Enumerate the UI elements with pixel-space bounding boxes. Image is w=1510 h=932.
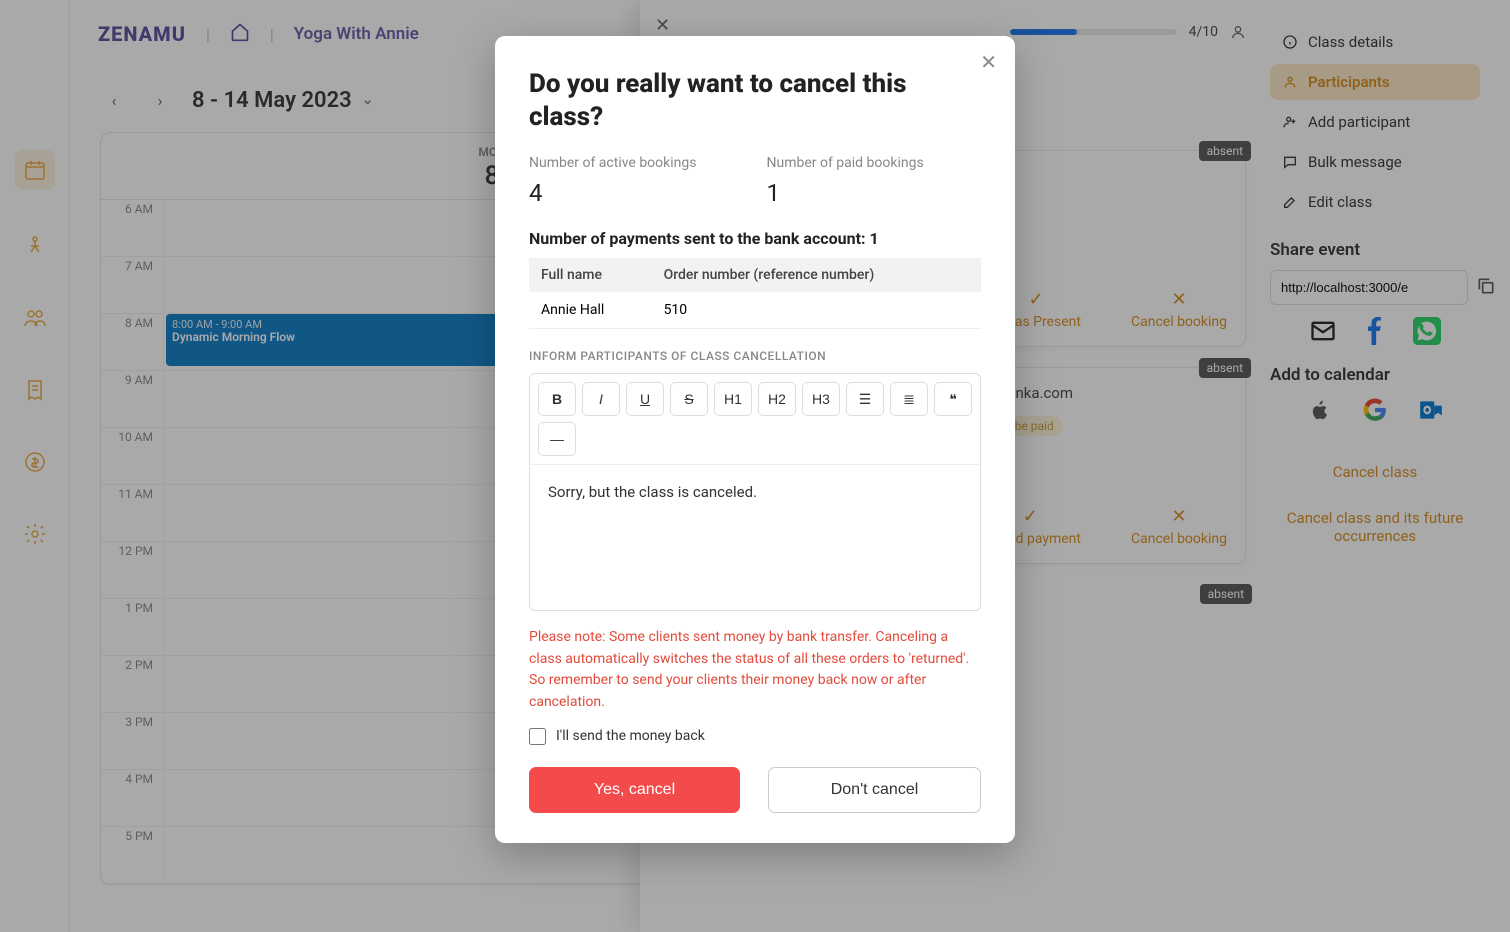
payments-table: Full name Order number (reference number… (529, 258, 981, 329)
warning-text: Please note: Some clients sent money by … (529, 627, 981, 714)
table-row: Annie Hall 510 (529, 292, 981, 329)
strike-button[interactable]: S (670, 382, 708, 416)
h3-button[interactable]: H3 (802, 382, 840, 416)
italic-button[interactable]: I (582, 382, 620, 416)
yes-cancel-button[interactable]: Yes, cancel (529, 767, 740, 813)
refund-checkbox[interactable] (529, 728, 546, 745)
h1-button[interactable]: H1 (714, 382, 752, 416)
ordered-list-button[interactable]: ≣ (890, 382, 928, 416)
quote-button[interactable]: ❝ (934, 382, 972, 416)
inform-label: INFORM PARTICIPANTS OF CLASS CANCELLATIO… (529, 349, 981, 363)
active-bookings-label: Number of active bookings (529, 155, 696, 171)
paid-bookings-label: Number of paid bookings (766, 155, 923, 171)
modal-close-icon[interactable]: ✕ (980, 50, 997, 74)
paid-bookings-value: 1 (766, 179, 923, 207)
active-bookings-value: 4 (529, 179, 696, 207)
message-editor: B I U S H1 H2 H3 ☰ ≣ ❝ — Sorry, but the … (529, 373, 981, 611)
dont-cancel-button[interactable]: Don't cancel (768, 767, 981, 813)
bullet-list-button[interactable]: ☰ (846, 382, 884, 416)
bold-button[interactable]: B (538, 382, 576, 416)
underline-button[interactable]: U (626, 382, 664, 416)
hr-button[interactable]: — (538, 422, 576, 456)
modal-title: Do you really want to cancel this class? (529, 68, 981, 133)
payments-heading: Number of payments sent to the bank acco… (529, 229, 981, 248)
cancel-class-modal: ✕ Do you really want to cancel this clas… (495, 36, 1015, 843)
h2-button[interactable]: H2 (758, 382, 796, 416)
message-body[interactable]: Sorry, but the class is canceled. (530, 465, 980, 610)
refund-checkbox-label[interactable]: I'll send the money back (529, 728, 981, 745)
